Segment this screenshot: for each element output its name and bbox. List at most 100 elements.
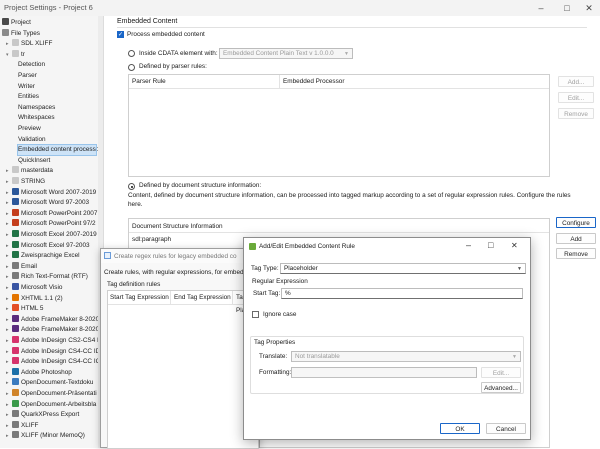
minimize-icon[interactable]: – [466, 240, 471, 250]
tree-item-label: Writer [18, 82, 35, 90]
tree-item[interactable]: QuickInsert [18, 156, 96, 166]
maximize-icon[interactable]: □ [488, 240, 493, 250]
file-type-icon [12, 399, 19, 407]
doc-structure-row[interactable]: sdl:paragraph [132, 236, 171, 243]
col-parser-rule[interactable]: Parser Rule [132, 78, 166, 85]
tree-item[interactable]: ▸ Microsoft Visio [6, 283, 96, 293]
ignore-case-label: Ignore case [263, 311, 297, 318]
col-divider [232, 291, 233, 304]
tree-item[interactable]: Preview [18, 124, 96, 134]
tree-item[interactable]: ▸ Rich Text-Format (RTF) [6, 272, 96, 282]
tree-item[interactable]: ▸ masterdata [6, 166, 96, 176]
tree-item[interactable]: ▸ OpenDocument-Arbeitsbla [6, 399, 96, 410]
close-icon[interactable]: ✕ [578, 2, 600, 14]
tree-item[interactable]: ▸ SDL XLIFF [6, 39, 96, 49]
tree-item[interactable]: Project [2, 18, 96, 28]
tree-item[interactable]: ▸ QuarkXPress Export [6, 410, 96, 420]
col-end-tag-expression[interactable]: End Tag Expression [174, 294, 231, 301]
add-rule-button[interactable]: Add... [558, 76, 594, 87]
minimize-icon[interactable]: – [530, 2, 552, 14]
tree-item[interactable]: Parser [18, 71, 96, 81]
advanced-button[interactable]: Advanced... [481, 382, 521, 393]
cancel-button[interactable]: Cancel [486, 423, 526, 434]
tree-item[interactable]: ▸ HTML 5 [6, 304, 96, 314]
edit-rule-button[interactable]: Edit... [558, 92, 594, 103]
tree-item[interactable]: ▸ Adobe InDesign CS4-CC ID [6, 346, 100, 357]
col-embedded-processor[interactable]: Embedded Processor [283, 78, 344, 85]
tree-item[interactable]: ▾ tr [6, 49, 96, 60]
tree-item[interactable]: ▸ Adobe FrameMaker 8-2020 [6, 314, 99, 325]
tree-item[interactable]: Validation [18, 135, 96, 145]
tree-item[interactable]: ▸ XLIFF (Minor MemoQ) [6, 431, 96, 441]
tree-item-label: Adobe InDesign CS2-CS4 I [21, 337, 99, 344]
tree-item[interactable]: ▸ Adobe InDesign CS2-CS4 I [6, 336, 99, 346]
file-type-icon [12, 187, 19, 195]
tree-item[interactable]: ▸ Adobe Photoshop [6, 367, 96, 378]
tree-item[interactable]: ▸ Microsoft Excel 97-2003 [6, 240, 96, 251]
tag-definition-rules-label: Tag definition rules [107, 281, 161, 288]
tree-item[interactable]: ▸ Microsoft PowerPoint 97/2 [6, 219, 96, 229]
formatting-edit-button[interactable]: Edit... [481, 367, 521, 378]
file-type-icon [12, 272, 19, 280]
doc-structure-radio[interactable] [128, 183, 135, 190]
formatting-field[interactable] [291, 367, 477, 378]
file-type-icon [12, 230, 19, 237]
file-type-icon [12, 378, 19, 386]
tree-item[interactable]: Entities [18, 92, 96, 102]
file-type-icon [12, 304, 19, 312]
tree-item[interactable]: ▸ OpenDocument-Textdoku [6, 378, 96, 388]
tree-item[interactable]: Embedded content processor [17, 144, 101, 157]
start-tag-input[interactable]: % [281, 288, 523, 299]
tree-item[interactable]: ▸ Microsoft Excel 2007-2019 [6, 230, 97, 240]
parser-rules-header: Parser Rule Embedded Processor [129, 75, 549, 89]
tree-item[interactable]: ▸ Zweisprachige Excel [6, 251, 96, 261]
cdata-select[interactable]: Embedded Content Plain Text v 1.0.0.0 ▼ [219, 48, 353, 59]
tree-item[interactable]: ▸ Microsoft PowerPoint 2007 [6, 208, 97, 219]
tree-item[interactable]: Whitespaces [18, 113, 96, 123]
start-tag-label: Start Tag: [253, 290, 281, 297]
tree-item[interactable]: Namespaces [18, 103, 96, 113]
col-start-tag-expression[interactable]: Start Tag Expression [110, 294, 169, 301]
tree-item-label: Microsoft Word 2007-2019 [21, 188, 97, 196]
settings-tree: Project File Types ▸ SDL XLIFF ▾ tr Detection P… [0, 16, 104, 448]
tag-type-select[interactable]: Placeholder ▼ [280, 263, 526, 274]
chevron-down-icon: ▼ [344, 51, 349, 57]
tree-item-label: Parser [18, 72, 37, 79]
parser-rules-label: Defined by parser rules: [139, 63, 207, 70]
tree-item[interactable]: ▸ Adobe InDesign CS4-CC ICM [6, 357, 103, 367]
tree-item[interactable]: ▸ Adobe FrameMaker 8-2020 [6, 325, 99, 335]
ignore-case-checkbox[interactable] [252, 311, 259, 320]
dialog-app-icon [249, 243, 256, 250]
tree-item[interactable]: ▸ STRING [6, 177, 96, 187]
tree-item-label: Email [21, 262, 37, 270]
remove-rule-button[interactable]: Remove [558, 108, 594, 119]
tree-item-label: QuarkXPress Export [21, 411, 80, 419]
translate-select[interactable]: Not translatable ▼ [291, 351, 521, 362]
tree-item[interactable]: File Types [2, 28, 96, 39]
tree-item[interactable]: Writer [18, 82, 96, 92]
cdata-radio[interactable] [128, 50, 135, 57]
col-tag-type[interactable]: Ta [236, 294, 243, 301]
configure-button[interactable]: Configure [556, 217, 596, 228]
tree-item[interactable]: ▸ Email [6, 261, 96, 272]
file-type-icon [2, 18, 9, 25]
add-structure-button[interactable]: Add [556, 233, 596, 244]
remove-structure-button[interactable]: Remove [556, 248, 596, 259]
chevron-down-icon: ▼ [517, 266, 522, 272]
close-icon[interactable]: ✕ [511, 241, 518, 250]
tree-item-label: Preview [18, 125, 41, 132]
ok-button[interactable]: OK [440, 423, 480, 434]
parser-rules-radio[interactable] [128, 64, 135, 71]
maximize-icon[interactable]: □ [556, 2, 578, 14]
col-doc-structure[interactable]: Document Structure Information [132, 223, 223, 230]
rule-dialog-title: Add/Edit Embedded Content Rule [259, 243, 355, 250]
tree-item-label: OpenDocument-Präsentati [21, 390, 97, 397]
window-title: Project Settings - Project 6 [4, 3, 93, 12]
tree-item[interactable]: Detection [18, 60, 96, 70]
tree-item[interactable]: ▸ XHTML 1.1 (2) [6, 293, 96, 304]
tree-item[interactable]: ▸ XLIFF [6, 420, 96, 431]
process-embedded-checkbox[interactable]: ✓ [117, 31, 124, 38]
tree-item[interactable]: ▸ OpenDocument-Präsentati [6, 389, 97, 399]
tree-item[interactable]: ▸ Microsoft Word 97-2003 [6, 198, 96, 208]
tree-item[interactable]: ▸ Microsoft Word 2007-2019 [6, 187, 97, 198]
